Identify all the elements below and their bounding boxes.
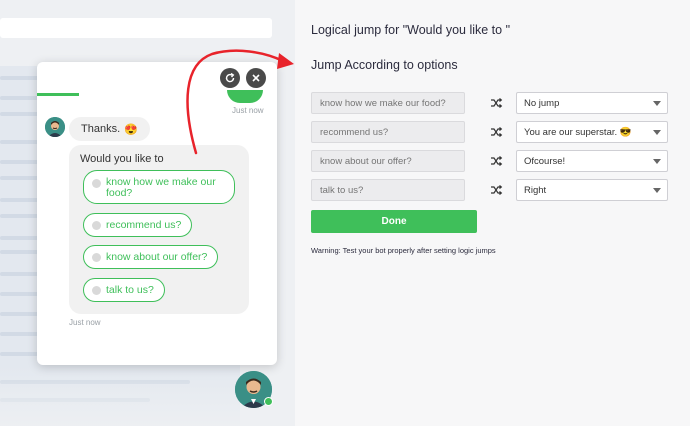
jump-row: You are our superstar. 😎 [311,121,669,143]
radio-icon [92,253,101,262]
question-card: Would you like to know how we make our f… [69,145,249,314]
option-label: talk to us? [106,284,154,296]
option-button[interactable]: recommend us? [83,213,193,237]
done-button[interactable]: Done [311,210,477,233]
logic-jump-panel: Logical jump for "Would you like to " Ju… [295,0,690,426]
option-field[interactable] [311,150,465,172]
close-icon [252,74,260,82]
jump-target-select[interactable]: Ofcourse! [516,150,668,172]
jump-target-select[interactable]: You are our superstar. 😎 [516,121,668,143]
jump-row: No jump [311,92,669,114]
online-status-dot [264,397,273,406]
shuffle-icon [491,185,503,195]
chevron-down-icon [653,159,661,164]
bot-avatar [45,117,65,137]
question-text: Would you like to [80,153,164,165]
background-line [0,352,40,356]
option-button[interactable]: know how we make our food? [83,170,235,204]
jump-target-value: You are our superstar. 😎 [524,127,632,138]
chevron-down-icon [653,130,661,135]
option-button[interactable]: talk to us? [83,278,165,302]
radio-icon [92,221,101,230]
chevron-down-icon [653,188,661,193]
user-message-time: Just now [232,106,264,115]
shuffle-icon [491,156,503,166]
option-label: know how we make our food? [106,176,216,199]
option-field[interactable] [311,121,465,143]
warning-text: Warning: Test your bot properly after se… [311,246,496,255]
option-field[interactable] [311,179,465,201]
jump-row: Right [311,179,669,201]
bot-message-text: Thanks. [81,123,121,135]
background-search-bar [0,18,272,38]
panel-subtitle: Jump According to options [311,58,458,72]
option-field[interactable] [311,92,465,114]
jump-target-value: Right [524,185,547,196]
radio-icon [92,179,101,188]
panel-title: Logical jump for "Would you like to " [311,23,511,37]
background-line [0,292,40,296]
jump-target-select[interactable]: Right [516,179,668,201]
option-button[interactable]: know about our offer? [83,245,219,269]
heart-eyes-emoji: 😍 [124,123,138,136]
jump-target-value: Ofcourse! [524,156,566,167]
chevron-down-icon [653,101,661,106]
option-label: recommend us? [106,219,182,231]
bot-message-time: Just now [69,318,101,327]
jump-target-select[interactable]: No jump [516,92,668,114]
option-label: know about our offer? [106,251,208,263]
shuffle-icon [491,98,503,108]
radio-icon [92,286,101,295]
user-message-bubble [227,90,263,103]
refresh-button[interactable] [220,68,240,88]
chat-widget: Just now Thanks. 😍 Would you like to kno… [37,62,277,365]
bot-avatar-icon [45,117,65,137]
close-button[interactable] [246,68,266,88]
bot-message-bubble: Thanks. 😍 [69,117,150,141]
chat-progress-bar [37,93,79,96]
jump-row: Ofcourse! [311,150,669,172]
shuffle-icon [491,127,503,137]
refresh-icon [225,72,235,83]
jump-target-value: No jump [524,98,560,109]
